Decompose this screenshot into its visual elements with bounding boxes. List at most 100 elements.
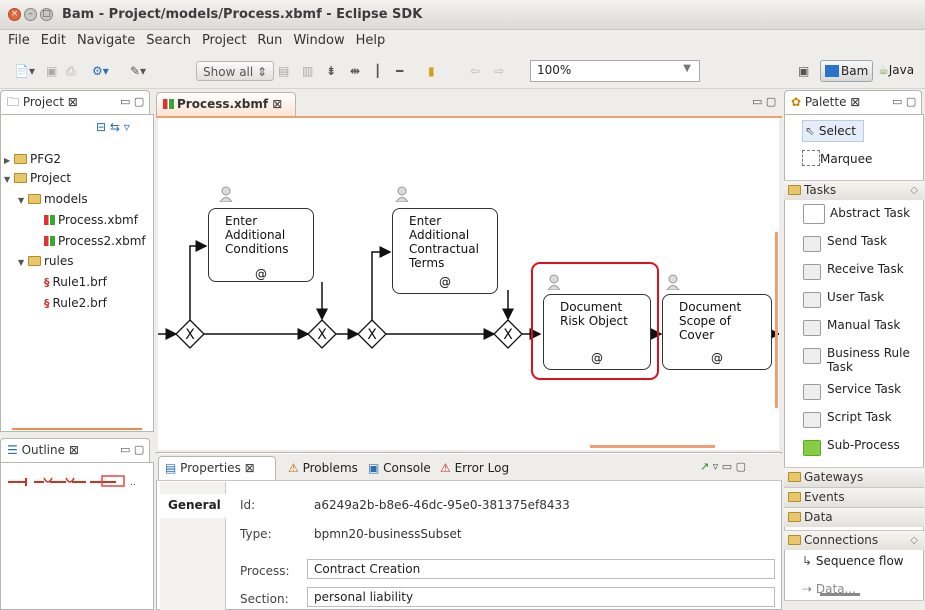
tree-label: Rule1.brf (52, 275, 107, 289)
tool-select[interactable]: ⇖ Select (802, 120, 864, 142)
tool-select-label: Select (818, 124, 856, 138)
project-scrollbar[interactable] (12, 428, 142, 430)
tree-item-rule1[interactable]: § Rule1.brf (44, 275, 107, 289)
drawer-events[interactable]: Events (784, 487, 924, 507)
arrow-pointer-icon: ⇖ (805, 124, 816, 138)
task-enter-additional-conditions[interactable]: Enter Additional Conditions @ (208, 208, 314, 282)
task-marker: @ (439, 275, 451, 289)
minimize-window-button[interactable]: – (24, 8, 37, 21)
copy-icon[interactable]: ▤ (278, 61, 289, 81)
tool-sequence-flow[interactable]: ↳ Sequence flow (802, 554, 904, 568)
prop-process-field[interactable]: Contract Creation (307, 559, 775, 579)
tab-problems[interactable]: ⚠ Problems (288, 456, 358, 482)
menu-help[interactable]: Help (348, 30, 389, 48)
tool-marquee[interactable]: Marquee (802, 150, 872, 176)
perspective-java-button[interactable]: ☕Java (874, 60, 918, 82)
diagram-canvas[interactable]: X X X X Enter Additional Conditions @ Enter … (158, 118, 779, 450)
save-icon[interactable]: ▣ (46, 61, 57, 81)
tool-label: Abstract Task (830, 206, 911, 220)
outline-thumbnail[interactable]: .. (6, 474, 152, 488)
menu-run[interactable]: Run (249, 30, 285, 48)
drawer-connections[interactable]: Connections ◇ (784, 530, 924, 550)
debug-icon[interactable]: ⚙▾ (92, 61, 109, 81)
prop-id-label: Id: (240, 498, 256, 512)
tool-send-task[interactable]: Send Task (803, 232, 923, 258)
horizontal-line-icon[interactable]: ━ (396, 61, 403, 81)
drawer-gateways[interactable]: Gateways (784, 467, 924, 487)
close-window-button[interactable]: × (8, 8, 21, 21)
menu-edit[interactable]: Edit (33, 30, 69, 48)
perspective-bam-button[interactable]: Bam (820, 60, 874, 82)
close-icon[interactable]: ⊠ (245, 461, 255, 475)
show-all-select[interactable]: Show all ⇕ (196, 61, 275, 81)
drawer-tasks[interactable]: Tasks ◇ (784, 180, 924, 200)
tree-item-process2[interactable]: Process2.xbmf (44, 234, 146, 248)
tool-user-task[interactable]: User Task (803, 288, 923, 314)
tab-process-xbmf[interactable]: Process.xbmf ⊠ (156, 92, 296, 116)
close-icon[interactable]: ⊠ (69, 443, 79, 457)
drawer-data[interactable]: Data (784, 507, 924, 527)
tree-item-models[interactable]: ▼ models (18, 192, 88, 206)
tool-business-rule-task[interactable]: Business Rule Task (803, 344, 923, 380)
svg-text:X: X (317, 327, 327, 343)
pin-icon[interactable]: ◇ (910, 181, 918, 200)
drawer-events-label: Events (804, 490, 845, 504)
tab-error-log[interactable]: ⚠ Error Log (440, 456, 509, 482)
close-icon[interactable]: ⊠ (68, 95, 78, 109)
tool-sub-process[interactable]: Sub-Process (803, 436, 923, 462)
menu-file[interactable]: File (0, 30, 33, 48)
tree-item-rules[interactable]: ▼ rules (18, 254, 74, 268)
vertical-line-icon[interactable]: ⎮ (374, 61, 381, 81)
menu-window[interactable]: Window (285, 30, 347, 48)
minimize-maximize-icon[interactable]: ▭ ▢ (120, 95, 144, 108)
paste-icon[interactable]: ▥ (302, 61, 313, 81)
tree-item-pfg2[interactable]: ▶ PFG2 (4, 152, 61, 166)
print-icon[interactable]: ⎙ (66, 61, 76, 81)
open-perspective-icon[interactable]: ▣ (798, 61, 809, 81)
tree-item-project[interactable]: ▼ Project (4, 171, 71, 185)
close-icon[interactable]: ⊠ (850, 95, 860, 109)
align-center-icon[interactable]: ⇟ (326, 61, 336, 81)
collapse-all-icon[interactable]: ⊟ ⇆ ▿ (96, 120, 130, 134)
menu-project[interactable]: Project (194, 30, 249, 48)
forward-icon[interactable]: ⇨ (494, 61, 504, 81)
back-icon[interactable]: ⇦ (470, 61, 480, 81)
tool-script-task[interactable]: Script Task (803, 408, 923, 434)
section-tab-general[interactable]: General (160, 494, 226, 518)
tab-properties-label: Properties (180, 461, 241, 475)
close-icon[interactable]: ⊠ (272, 97, 282, 111)
tab-properties[interactable]: ▤ Properties ⊠ (158, 456, 276, 480)
minimize-maximize-icon[interactable]: ▭ ▢ (752, 95, 776, 108)
prop-section-field[interactable]: personal liability (307, 587, 775, 607)
palette-scrollbar[interactable] (820, 593, 860, 596)
maximize-window-button[interactable]: □ (40, 8, 53, 21)
zoom-combo[interactable]: 100% ▼ (530, 60, 700, 82)
task-label: Document Scope of Cover (679, 300, 742, 342)
perspective-java-label: Java (888, 63, 915, 77)
tool-abstract-task[interactable]: Abstract Task (803, 204, 923, 230)
tree-label: PFG2 (29, 152, 62, 166)
tree-item-rule2[interactable]: § Rule2.brf (44, 296, 107, 310)
task-enter-additional-contractual-terms[interactable]: Enter Additional Contractual Terms @ (392, 208, 498, 294)
minimize-maximize-icon[interactable]: ▭ ▢ (120, 443, 144, 456)
minimize-maximize-icon[interactable]: ▭ ▢ (892, 95, 916, 108)
tool-receive-task[interactable]: Receive Task (803, 260, 923, 286)
pin-icon[interactable]: ◇ (910, 531, 918, 550)
tab-console[interactable]: ▣ Console (368, 456, 431, 482)
tool-manual-task[interactable]: Manual Task (803, 316, 923, 342)
edit-tool-icon[interactable]: ✎▾ (130, 61, 146, 81)
rule-icon[interactable]: ▮ (428, 61, 435, 81)
folder-icon (788, 472, 801, 482)
new-icon[interactable]: 📄▾ (14, 61, 35, 81)
align-middle-icon[interactable]: ⇹ (350, 61, 360, 81)
tree-item-process[interactable]: Process.xbmf (44, 213, 138, 227)
sequence-flow-icon: ↳ (802, 554, 813, 568)
view-menu-icon[interactable]: ↗ ▿ ▭ ▢ (700, 460, 746, 473)
service-task-icon (803, 384, 821, 400)
menu-navigate[interactable]: Navigate (69, 30, 138, 48)
canvas-v-scrollbar (775, 232, 778, 408)
menu-search[interactable]: Search (138, 30, 194, 48)
task-document-risk-object[interactable]: Document Risk Object @ (543, 294, 651, 370)
task-document-scope-of-cover[interactable]: Document Scope of Cover @ (662, 294, 772, 370)
tool-service-task[interactable]: Service Task (803, 380, 923, 406)
